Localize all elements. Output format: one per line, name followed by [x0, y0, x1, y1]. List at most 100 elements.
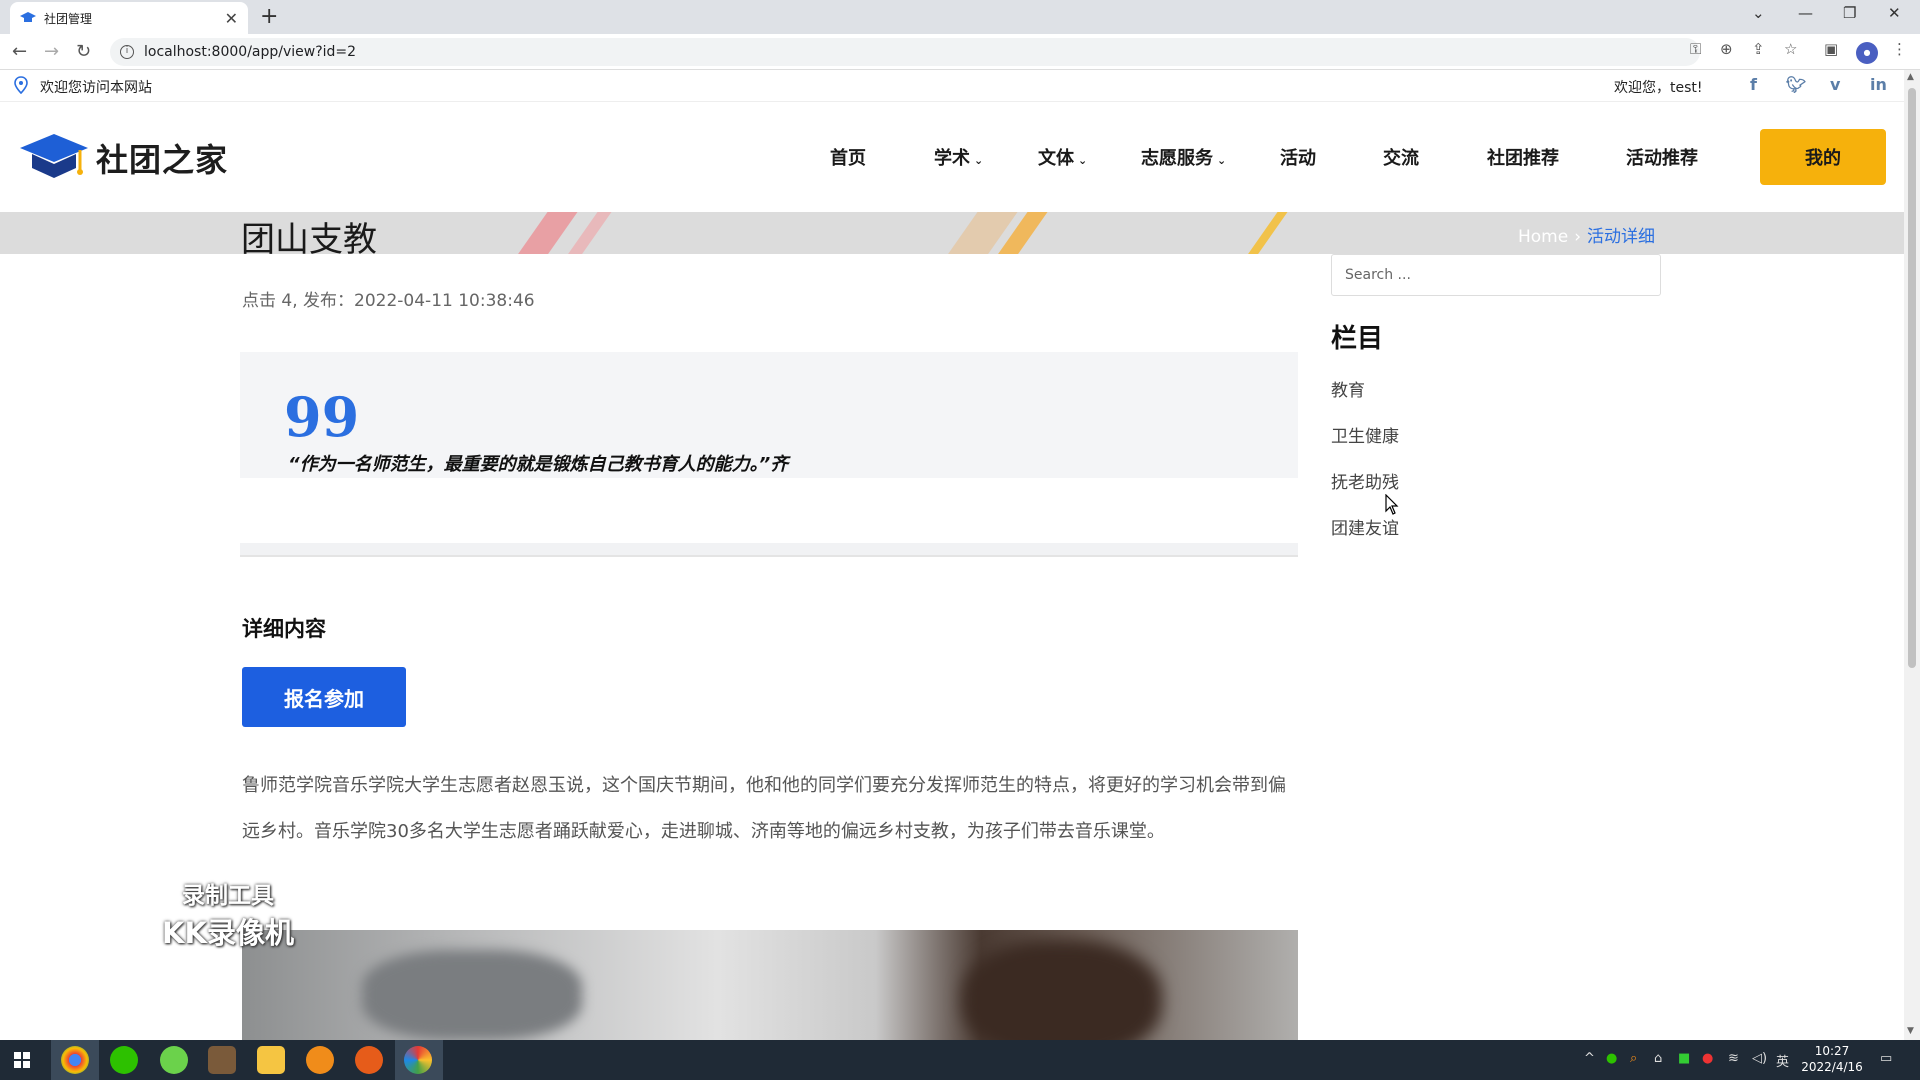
- nav-home[interactable]: 首页: [830, 144, 866, 170]
- app-tiger-icon[interactable]: [208, 1046, 236, 1074]
- share-icon[interactable]: ⇪: [1752, 40, 1765, 58]
- twitter-icon[interactable]: 🐦︎: [1786, 75, 1806, 94]
- article-body: 鲁师范学院音乐学院大学生志愿者赵恩玉说，这个国庆节期间，他和他的同学们要充分发挥…: [242, 775, 1286, 842]
- ime-indicator[interactable]: 英: [1776, 1051, 1789, 1070]
- breadcrumb-current: 活动详细: [1587, 227, 1656, 247]
- minimize-icon[interactable]: —: [1798, 4, 1813, 22]
- restore-icon[interactable]: ❐: [1843, 4, 1856, 22]
- recorder-watermark: 录制工具 KK录像机: [162, 876, 294, 952]
- nav-volunteer[interactable]: 志愿服务 ⌄: [1141, 144, 1226, 170]
- app-green-icon[interactable]: [160, 1046, 188, 1074]
- nav-culture-sports-label: 文体: [1038, 148, 1074, 169]
- section-title: 详细内容: [242, 617, 326, 641]
- chevron-down-icon: ⌄: [974, 154, 984, 167]
- banner-stripe: [1235, 212, 1295, 254]
- breadcrumb-home[interactable]: Home: [1518, 227, 1568, 247]
- tab-search-icon[interactable]: ⌄: [1752, 4, 1765, 22]
- location-pin-icon: [14, 76, 28, 94]
- nav-academic-label: 学术: [934, 148, 970, 169]
- chevron-right-icon: ›: [1574, 227, 1582, 247]
- chevron-down-icon: ⌄: [1078, 154, 1088, 167]
- wifi-icon[interactable]: ≋: [1728, 1051, 1739, 1066]
- breadcrumb: Home › 活动详细: [1518, 222, 1655, 247]
- article-meta: 点击 4, 发布：2022-04-11 10:38:46: [242, 291, 535, 311]
- tray-wechat-icon[interactable]: ●: [1606, 1051, 1617, 1066]
- vertical-scrollbar[interactable]: ▲ ▼: [1904, 70, 1920, 1040]
- chevron-down-icon: ⌄: [1217, 154, 1227, 167]
- windows-start-icon[interactable]: [14, 1052, 30, 1068]
- photo-region: [962, 940, 1162, 1040]
- site-logo[interactable]: 社团之家: [18, 130, 228, 186]
- back-icon[interactable]: ←: [12, 41, 27, 62]
- quote-icon: 99: [284, 385, 360, 449]
- nav-activity-recommend[interactable]: 活动推荐: [1626, 144, 1698, 170]
- categories-title: 栏目: [1331, 324, 1384, 354]
- category-item[interactable]: 卫生健康: [1331, 422, 1399, 447]
- close-tab-icon[interactable]: ✕: [225, 9, 238, 28]
- address-bar: ← → ↻ i localhost:8000/app/view?id=2 ⚿ ⊕…: [0, 34, 1920, 70]
- bookmark-star-icon[interactable]: ☆: [1784, 40, 1797, 58]
- site-info-icon[interactable]: i: [120, 45, 134, 59]
- side-panel-icon[interactable]: ▣: [1824, 40, 1838, 58]
- tray-app2-icon[interactable]: ●: [1702, 1051, 1713, 1066]
- window-close-icon[interactable]: ✕: [1888, 4, 1901, 22]
- notification-icon[interactable]: ▭: [1880, 1051, 1892, 1066]
- tray-app-icon[interactable]: ■: [1678, 1051, 1690, 1066]
- new-tab-icon[interactable]: +: [260, 4, 278, 29]
- quote-block: 99 “作为一名师范生，最重要的就是锻炼自己教书育人的能力。”齐: [240, 352, 1298, 478]
- page-title: 团山支教: [241, 220, 377, 260]
- quote-text: “作为一名师范生，最重要的就是锻炼自己教书育人的能力。”齐: [288, 454, 789, 475]
- browser-tab[interactable]: 社团管理 ✕: [10, 2, 248, 34]
- nav-culture-sports[interactable]: 文体 ⌄: [1038, 144, 1087, 170]
- forward-icon[interactable]: →: [44, 41, 59, 62]
- nav-activities[interactable]: 活动: [1280, 144, 1316, 170]
- os-taskbar: ^ ● ⌕ ⌂ ■ ● ≋ ◁) 英 10:27 2022/4/16 ▭: [0, 1040, 1920, 1080]
- wechat-icon[interactable]: [110, 1046, 138, 1074]
- tray-chevron-icon[interactable]: ^: [1584, 1051, 1595, 1066]
- app-orange-icon[interactable]: [355, 1046, 383, 1074]
- linkedin-icon[interactable]: in: [1870, 75, 1887, 94]
- logo-text: 社团之家: [96, 141, 229, 179]
- vimeo-icon[interactable]: v: [1830, 75, 1840, 94]
- taskbar-clock[interactable]: 10:27 2022/4/16: [1797, 1043, 1867, 1075]
- nav-volunteer-label: 志愿服务: [1141, 148, 1213, 169]
- photo-region: [362, 950, 582, 1040]
- user-greeting: 欢迎您，test!: [1614, 80, 1703, 96]
- profile-avatar[interactable]: ●: [1856, 42, 1878, 64]
- facebook-icon[interactable]: f: [1750, 75, 1757, 94]
- nav-academic[interactable]: 学术 ⌄: [934, 144, 983, 170]
- scrollbar-thumb[interactable]: [1908, 88, 1916, 668]
- browser-tabstrip: 社团管理 ✕ + ⌄ — ❐ ✕: [0, 0, 1920, 34]
- volume-icon[interactable]: ◁): [1752, 1051, 1767, 1066]
- tray-search-icon[interactable]: ⌕: [1630, 1051, 1637, 1066]
- url-field[interactable]: i localhost:8000/app/view?id=2: [110, 38, 1700, 66]
- clock-time: 10:27: [1814, 1044, 1850, 1058]
- browser-menu-icon[interactable]: ⋮: [1892, 40, 1907, 58]
- reload-icon[interactable]: ↻: [76, 41, 91, 62]
- signup-button[interactable]: 报名参加: [242, 667, 406, 727]
- clock-date: 2022/4/16: [1801, 1060, 1863, 1074]
- mine-button[interactable]: 我的: [1760, 129, 1886, 185]
- category-item[interactable]: 教育: [1331, 376, 1365, 401]
- site-topbar: 欢迎您访问本网站 欢迎您，test! f 🐦︎ v in: [0, 70, 1904, 102]
- category-item[interactable]: 团建友谊: [1331, 514, 1399, 539]
- article-photo: [242, 930, 1298, 1040]
- key-icon[interactable]: ⚿: [1690, 40, 1701, 58]
- tab-title: 社团管理: [44, 11, 93, 26]
- search-app-icon[interactable]: [306, 1046, 334, 1074]
- mouse-cursor-icon: [1385, 494, 1399, 515]
- nav-club-recommend[interactable]: 社团推荐: [1487, 144, 1559, 170]
- scroll-up-icon[interactable]: ▲: [1907, 72, 1914, 82]
- chrome-icon[interactable]: [61, 1046, 89, 1074]
- zoom-icon[interactable]: ⊕: [1720, 40, 1733, 58]
- category-item[interactable]: 抚老助残: [1331, 468, 1399, 493]
- file-explorer-icon[interactable]: [257, 1046, 285, 1074]
- recorder-app-icon[interactable]: [404, 1046, 432, 1074]
- site-header: 社团之家 首页 学术 ⌄ 文体 ⌄ 志愿服务 ⌄ 活动 交流 社团推荐 活动推荐 我的: [0, 102, 1904, 212]
- search-input[interactable]: Search ...: [1331, 254, 1661, 296]
- nav-exchange[interactable]: 交流: [1383, 144, 1419, 170]
- watermark-line1: 录制工具: [181, 883, 274, 909]
- scroll-down-icon[interactable]: ▼: [1907, 1026, 1914, 1036]
- tray-network-icon[interactable]: ⌂: [1654, 1051, 1662, 1066]
- content-divider: [240, 543, 1298, 557]
